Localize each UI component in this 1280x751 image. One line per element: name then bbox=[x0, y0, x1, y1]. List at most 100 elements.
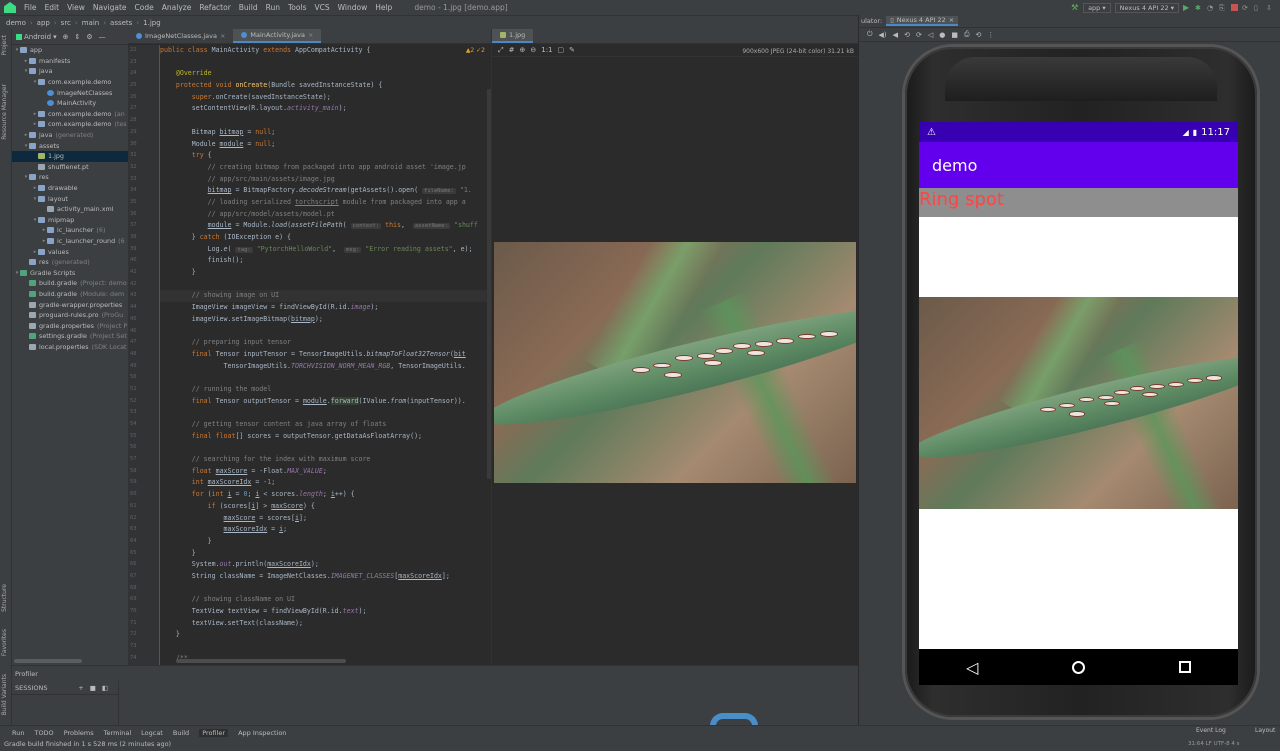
more-options-icon[interactable]: ⋮ bbox=[987, 31, 994, 39]
code-line[interactable]: System.out.println(maxScoreIdx); bbox=[160, 559, 491, 571]
tree-item[interactable]: settings.gradle (Project Set bbox=[12, 331, 128, 342]
code-line[interactable]: // showing image on UI bbox=[160, 290, 491, 303]
close-tab-icon[interactable]: × bbox=[308, 31, 313, 39]
code-line[interactable]: } bbox=[160, 629, 491, 641]
code-line[interactable]: // running the model bbox=[160, 384, 491, 396]
editor-tab[interactable]: ImageNetClasses.java × bbox=[128, 29, 233, 43]
nav-back-icon[interactable]: ◁ bbox=[966, 658, 978, 677]
code-line[interactable] bbox=[160, 372, 491, 384]
code-line[interactable] bbox=[160, 326, 491, 338]
code-line[interactable]: ImageView imageView = findViewById(R.id.… bbox=[160, 302, 491, 314]
tree-item[interactable]: ▾ layout bbox=[12, 193, 128, 204]
code-line[interactable]: } bbox=[160, 548, 491, 560]
editor-h-scrollbar[interactable] bbox=[176, 659, 346, 663]
volume-down-icon[interactable]: ◀ bbox=[893, 31, 898, 39]
run-icon[interactable]: ▶ bbox=[1183, 3, 1191, 12]
menu-navigate[interactable]: Navigate bbox=[89, 3, 131, 12]
stop-session-icon[interactable]: ■ bbox=[90, 684, 96, 692]
menu-tools[interactable]: Tools bbox=[284, 3, 310, 12]
avd-manager-icon[interactable]: ▯ bbox=[1254, 4, 1262, 12]
home-icon[interactable]: ● bbox=[939, 31, 945, 39]
attach-debugger-icon[interactable]: ⎘ bbox=[1219, 4, 1227, 12]
profile-icon[interactable]: ◔ bbox=[1207, 4, 1215, 12]
close-tab-icon[interactable]: × bbox=[220, 32, 225, 40]
add-session-icon[interactable]: + bbox=[78, 684, 83, 692]
code-line[interactable]: maxScoreIdx = i; bbox=[160, 524, 491, 536]
code-line[interactable]: String className = ImageNetClasses.IMAGE… bbox=[160, 571, 491, 583]
code-line[interactable]: @Override bbox=[160, 68, 491, 80]
code-line[interactable]: float maxScore = -Float.MAX_VALUE; bbox=[160, 466, 491, 478]
code-line[interactable]: // creating bitmap from packaged into ap… bbox=[160, 162, 491, 174]
snapshot-icon[interactable]: ⟲ bbox=[976, 31, 982, 39]
code-line[interactable]: maxScore = scores[i]; bbox=[160, 513, 491, 525]
tool-window-app-inspection[interactable]: App Inspection bbox=[238, 729, 286, 737]
code-line[interactable] bbox=[160, 442, 491, 454]
menu-file[interactable]: File bbox=[20, 3, 41, 12]
debug-icon[interactable]: ✱ bbox=[1195, 4, 1203, 12]
tree-item[interactable]: build.gradle (Module: dem bbox=[12, 289, 128, 300]
tool-window-profiler[interactable]: Profiler bbox=[199, 728, 229, 737]
code-line[interactable]: } catch (IOException e) { bbox=[160, 232, 491, 244]
code-line[interactable]: } bbox=[160, 536, 491, 548]
menu-run[interactable]: Run bbox=[262, 3, 284, 12]
tree-item[interactable]: ▸ manifests bbox=[12, 56, 128, 67]
screenshot-icon[interactable]: ⎙ bbox=[964, 30, 970, 39]
resource-manager-tool-tab[interactable]: Resource Manager bbox=[1, 84, 8, 140]
code-line[interactable] bbox=[160, 583, 491, 595]
tree-item[interactable]: proguard-rules.pro (ProGu bbox=[12, 310, 128, 321]
menu-code[interactable]: Code bbox=[131, 3, 158, 12]
menu-refactor[interactable]: Refactor bbox=[195, 3, 234, 12]
code-line[interactable] bbox=[160, 407, 491, 419]
tree-item[interactable]: ▸ values bbox=[12, 246, 128, 257]
code-line[interactable]: // app/src/model/assets/model.pt bbox=[160, 209, 491, 221]
zoom-in-icon[interactable]: ⊕ bbox=[519, 46, 525, 54]
event-log-button[interactable]: Event Log bbox=[1196, 727, 1226, 734]
code-line[interactable]: TensorImageUtils.TORCHVISION_NORM_MEAN_R… bbox=[160, 361, 491, 373]
code-line[interactable]: // loading serialized torchscript module… bbox=[160, 197, 491, 209]
tree-item[interactable]: ▸ com.example.demo (tes bbox=[12, 119, 128, 130]
overview-icon[interactable]: ■ bbox=[951, 31, 958, 39]
code-line[interactable]: } bbox=[160, 267, 491, 279]
menu-edit[interactable]: Edit bbox=[41, 3, 64, 12]
code-line[interactable] bbox=[160, 115, 491, 127]
code-line[interactable]: protected void onCreate(Bundle savedInst… bbox=[160, 80, 491, 92]
tree-item[interactable]: ▸ com.example.demo (an bbox=[12, 109, 128, 120]
settings-gear-icon[interactable]: ⚙ bbox=[86, 33, 92, 41]
breadcrumb-item[interactable]: main bbox=[82, 19, 100, 27]
nav-recents-icon[interactable] bbox=[1179, 661, 1192, 673]
menu-window[interactable]: Window bbox=[334, 3, 372, 12]
tree-item[interactable]: gradle.properties (Project P bbox=[12, 320, 128, 331]
code-line[interactable]: // preparing input tensor bbox=[160, 337, 491, 349]
code-line[interactable] bbox=[160, 57, 491, 69]
menu-build[interactable]: Build bbox=[235, 3, 262, 12]
code-line[interactable]: textView.setText(className); bbox=[160, 618, 491, 630]
code-line[interactable]: final float[] scores = outputTensor.getD… bbox=[160, 431, 491, 443]
tree-item[interactable]: res (generated) bbox=[12, 257, 128, 268]
menu-help[interactable]: Help bbox=[371, 3, 396, 12]
breadcrumb-item[interactable]: src bbox=[61, 19, 71, 27]
code-line[interactable]: finish(); bbox=[160, 255, 491, 267]
code-line[interactable]: TextView textView = findViewById(R.id.te… bbox=[160, 606, 491, 618]
color-picker-icon[interactable]: ✎ bbox=[569, 46, 575, 54]
tree-item[interactable]: ▸ ic_launcher (6) bbox=[12, 225, 128, 236]
tree-item[interactable]: MainActivity bbox=[12, 98, 128, 109]
code-line[interactable]: bitmap = BitmapFactory.decodeStream(getA… bbox=[160, 185, 491, 197]
tree-item[interactable]: ▸ ic_launcher_round (6 bbox=[12, 236, 128, 247]
code-line[interactable]: final Tensor inputTensor = TensorImageUt… bbox=[160, 349, 491, 361]
tree-item[interactable]: gradle-wrapper.properties bbox=[12, 299, 128, 310]
build-variants-tool-tab[interactable]: Build Variants bbox=[1, 674, 8, 715]
tool-window-problems[interactable]: Problems bbox=[64, 729, 94, 737]
rotate-right-icon[interactable]: ⟳ bbox=[916, 31, 922, 39]
menu-view[interactable]: View bbox=[63, 3, 89, 12]
image-tab[interactable]: 1.jpg bbox=[492, 29, 534, 43]
zoom-out-icon[interactable]: ⊖ bbox=[530, 46, 536, 54]
hammer-icon[interactable]: ⚒ bbox=[1071, 3, 1079, 12]
tool-window-build[interactable]: Build bbox=[173, 729, 189, 737]
menu-analyze[interactable]: Analyze bbox=[158, 3, 196, 12]
project-tool-tab[interactable]: Project bbox=[1, 35, 8, 56]
locate-icon[interactable]: ⊕ bbox=[63, 33, 69, 41]
tree-item[interactable]: 1.jpg bbox=[12, 150, 128, 162]
breadcrumb-item[interactable]: app bbox=[37, 19, 50, 27]
code-line[interactable]: if (scores[i] > maxScore) { bbox=[160, 501, 491, 513]
breadcrumb-item[interactable]: demo bbox=[6, 19, 26, 27]
